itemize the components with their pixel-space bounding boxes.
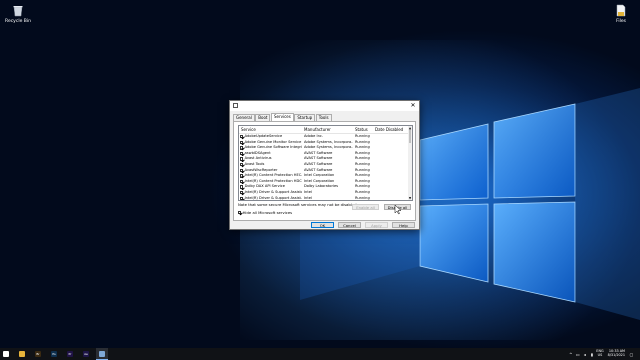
taskbar-button-after-effects[interactable]: Ae bbox=[80, 348, 92, 360]
services-pane: Service Manufacturer Status Date Disable… bbox=[233, 121, 416, 221]
desktop-icon-label: Files bbox=[616, 19, 626, 24]
chevron-up-icon[interactable]: ^ bbox=[568, 352, 573, 357]
battery-icon[interactable]: ▮ bbox=[589, 352, 594, 357]
close-button[interactable]: ✕ bbox=[409, 102, 417, 110]
hide-microsoft-services-label: Hide all Microsoft services bbox=[242, 210, 293, 215]
taskbar: Br Ps Pr Ae ^ ▭ ◂ ▮ ENG US 10:33 AM 8/31/20… bbox=[0, 348, 640, 360]
photoshop-icon: Ps bbox=[51, 351, 57, 357]
notifications-icon[interactable]: ▢ bbox=[629, 352, 634, 357]
bridge-icon: Br bbox=[35, 351, 41, 357]
column-header-status[interactable]: Status bbox=[353, 126, 373, 133]
dialog-titlebar[interactable]: ✕ bbox=[230, 101, 419, 111]
date-disabled-cell bbox=[373, 196, 404, 200]
chrome-icon bbox=[19, 351, 25, 357]
help-button[interactable]: Help bbox=[392, 222, 415, 228]
service-checkbox[interactable] bbox=[240, 174, 244, 178]
service-checkbox[interactable] bbox=[240, 185, 244, 189]
settings-app-icon bbox=[99, 350, 105, 357]
desktop-icon-recycle-bin[interactable]: Recycle Bin bbox=[0, 4, 36, 24]
status-cell: Running bbox=[355, 195, 370, 200]
service-cell: Intel(R) Driver & Support Assist... bbox=[239, 195, 302, 200]
table-row[interactable]: Intel(R) Driver & Support Assist... Intel… bbox=[239, 195, 412, 200]
hide-microsoft-services-checkbox[interactable] bbox=[238, 210, 242, 215]
taskbar-button-settings-app[interactable] bbox=[96, 348, 108, 360]
files-icon bbox=[615, 4, 627, 17]
hide-microsoft-services-option[interactable]: Hide all Microsoft services bbox=[238, 210, 292, 215]
desktop-icon-label: Recycle Bin bbox=[5, 19, 31, 24]
services-list[interactable]: Service Manufacturer Status Date Disable… bbox=[238, 125, 413, 201]
list-rows: AdobeUpdateService Adobe Inc. Running Adobe… bbox=[239, 134, 412, 200]
column-header-service[interactable]: Service bbox=[239, 126, 302, 133]
clock-date: 8/31/2021 bbox=[607, 353, 625, 357]
system-configuration-dialog: ✕ General Boot Services Startup Tools Se… bbox=[229, 100, 420, 230]
tab-startup[interactable]: Startup bbox=[294, 114, 316, 121]
taskbar-button-premiere[interactable]: Pr bbox=[64, 348, 76, 360]
service-name: Intel(R) Driver & Support Assist... bbox=[244, 195, 302, 200]
apply-button[interactable]: Apply bbox=[365, 222, 388, 228]
network-icon[interactable]: ▭ bbox=[575, 352, 580, 357]
tab-boot[interactable]: Boot bbox=[255, 114, 271, 121]
column-header-date-disabled[interactable]: Date Disabled bbox=[373, 126, 404, 133]
service-checkbox[interactable] bbox=[240, 168, 244, 173]
service-checkbox[interactable] bbox=[240, 191, 244, 195]
service-checkbox[interactable] bbox=[240, 135, 244, 139]
ok-button[interactable]: OK bbox=[311, 222, 334, 228]
clock[interactable]: 10:33 AM 8/31/2021 bbox=[607, 349, 625, 358]
after-effects-icon: Ae bbox=[83, 351, 89, 357]
scroll-thumb[interactable] bbox=[408, 130, 412, 143]
language-indicator[interactable]: ENG US bbox=[596, 349, 603, 358]
volume-icon[interactable]: ◂ bbox=[582, 352, 587, 357]
manufacturer-cell: Intel bbox=[304, 195, 312, 200]
system-configuration-icon bbox=[233, 103, 238, 108]
premiere-icon: Pr bbox=[67, 351, 73, 357]
service-checkbox[interactable] bbox=[240, 140, 244, 145]
language-region: US bbox=[597, 353, 603, 357]
service-checkbox[interactable] bbox=[240, 157, 244, 161]
column-header-manufacturer[interactable]: Manufacturer bbox=[302, 126, 353, 133]
taskbar-button-chrome[interactable] bbox=[16, 348, 28, 360]
scroll-down-arrow-icon[interactable]: ▼ bbox=[408, 196, 412, 200]
note-text: Note that some secure Microsoft services… bbox=[238, 202, 358, 207]
service-checkbox[interactable] bbox=[240, 146, 244, 150]
list-header: Service Manufacturer Status Date Disable… bbox=[239, 126, 412, 134]
taskbar-button-bridge[interactable]: Br bbox=[32, 348, 44, 360]
tab-strip: General Boot Services Startup Tools bbox=[233, 113, 332, 121]
taskbar-button-windows-start[interactable] bbox=[0, 348, 12, 360]
cancel-button[interactable]: Cancel bbox=[338, 222, 361, 228]
tab-tools[interactable]: Tools bbox=[315, 114, 332, 121]
mouse-pointer-icon bbox=[394, 204, 402, 215]
enable-all-button[interactable]: Enable all bbox=[352, 204, 379, 210]
tab-services[interactable]: Services bbox=[270, 113, 294, 121]
service-checkbox[interactable] bbox=[240, 196, 244, 200]
tab-general[interactable]: General bbox=[233, 114, 255, 121]
taskbar-button-photoshop[interactable]: Ps bbox=[48, 348, 60, 360]
desktop-icon-files[interactable]: Files bbox=[603, 4, 639, 24]
windows-start-icon bbox=[3, 351, 9, 357]
vertical-scrollbar[interactable]: ▲ ▼ bbox=[408, 126, 412, 200]
service-checkbox[interactable] bbox=[240, 163, 244, 167]
recycle-bin-icon bbox=[12, 4, 24, 17]
service-checkbox[interactable] bbox=[240, 151, 244, 156]
service-checkbox[interactable] bbox=[240, 179, 244, 184]
taskbar-apps: Br Ps Pr Ae bbox=[0, 348, 112, 360]
system-tray: ^ ▭ ◂ ▮ ENG US 10:33 AM 8/31/2021 ▢ bbox=[568, 348, 636, 360]
